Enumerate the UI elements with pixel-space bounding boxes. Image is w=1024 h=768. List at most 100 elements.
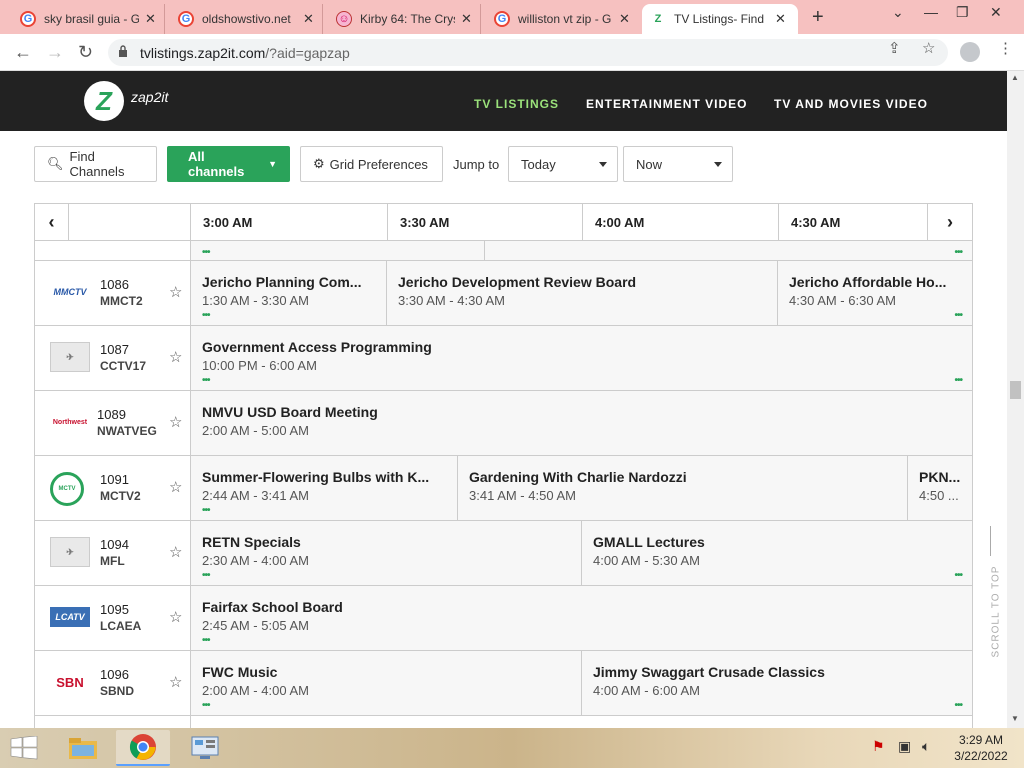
browser-tab[interactable]: G williston vt zip - G ✕ <box>486 4 638 34</box>
close-icon[interactable]: ✕ <box>145 11 156 27</box>
forward-icon[interactable]: → <box>46 42 64 63</box>
google-icon: G <box>178 11 194 27</box>
windows-start-icon[interactable] <box>10 736 38 760</box>
profile-icon[interactable] <box>960 42 980 62</box>
timeslot: 3:30 AM <box>387 204 582 240</box>
network-icon[interactable]: ▣ <box>898 738 911 755</box>
close-icon[interactable]: ✕ <box>619 11 630 27</box>
scroll-to-top-button[interactable]: SCROLL TO TOP <box>980 526 1001 666</box>
all-channels-dropdown[interactable]: All channels ▼ <box>167 146 290 182</box>
new-tab-icon[interactable]: + <box>812 6 824 29</box>
zap2it-logo-icon[interactable]: Z <box>84 81 124 121</box>
channel-logo: SBN <box>56 674 84 690</box>
share-icon[interactable]: ⇪ <box>888 39 901 57</box>
timeline-header: ‹ 3:00 AM 3:30 AM 4:00 AM 4:30 AM › <box>34 203 973 241</box>
program-cell[interactable]: Fairfax School Board 2:45 AM - 5:05 AM •… <box>191 586 972 650</box>
program-cell[interactable]: Jericho Planning Com... 1:30 AM - 3:30 A… <box>191 261 387 325</box>
program-cell[interactable]: Government Access Programming 10:00 PM -… <box>191 326 972 390</box>
control-panel-icon[interactable] <box>178 730 232 766</box>
program-cell[interactable]: Gardening With Charlie Nardozzi 3:41 AM … <box>458 456 908 520</box>
program-cell[interactable]: RETN Specials 2:30 AM - 4:00 AM ••• <box>191 521 582 585</box>
program-cell[interactable]: Jericho Affordable Ho... 4:30 AM - 6:30 … <box>778 261 972 325</box>
channel-cell[interactable]: LCATV 1095 LCAEA ☆ <box>35 586 191 650</box>
star-icon[interactable]: ☆ <box>922 39 935 57</box>
browser-tab[interactable]: G oldshowstivo.net ✕ <box>170 4 323 34</box>
program-cell[interactable]: FWC Music 2:00 AM - 4:00 AM ••• <box>191 651 582 715</box>
tab-title: williston vt zip - G <box>518 12 612 26</box>
channel-cell[interactable]: Northwest 1089 NWATVEG ☆ <box>35 391 191 455</box>
restore-icon[interactable]: ❐ <box>956 4 969 21</box>
time-select[interactable]: Now <box>623 146 733 182</box>
program-cell[interactable]: GMALL Lectures 4:00 AM - 5:30 AM ••• <box>582 521 972 585</box>
close-icon[interactable]: ✕ <box>775 11 786 27</box>
favorite-star-icon[interactable]: ☆ <box>169 348 182 366</box>
flag-alert-icon[interactable]: ⚑ <box>872 738 885 755</box>
channel-number: 1086 <box>100 277 129 292</box>
channel-call-sign: MFL <box>100 554 125 568</box>
scroll-down-icon[interactable]: ▼ <box>1011 714 1019 723</box>
table-row: SBN 1096 SBND ☆ FWC Music 2:00 AM - 4:00… <box>34 651 973 716</box>
previous-time-button[interactable]: ‹ <box>35 204 69 240</box>
channel-cell[interactable]: MMCTV 1086 MMCT2 ☆ <box>35 261 191 325</box>
nav-entertainment-video[interactable]: ENTERTAINMENT VIDEO <box>586 97 747 111</box>
close-window-icon[interactable]: ✕ <box>990 4 1002 21</box>
favorite-star-icon[interactable]: ☆ <box>169 673 182 691</box>
nav-tv-movies-video[interactable]: TV AND MOVIES VIDEO <box>774 97 928 111</box>
favorite-star-icon[interactable]: ☆ <box>169 413 182 431</box>
scrollbar-thumb[interactable] <box>1010 381 1021 399</box>
reload-icon[interactable]: ↻ <box>78 42 93 63</box>
tab-title: oldshowstivo.net <box>202 12 291 26</box>
close-icon[interactable]: ✕ <box>461 11 472 27</box>
minimize-icon[interactable]: — <box>924 4 938 20</box>
channel-cell[interactable]: SBN 1096 SBND ☆ <box>35 651 191 715</box>
day-select[interactable]: Today <box>508 146 618 182</box>
browser-tab-active[interactable]: Z TV Listings- Find ✕ <box>642 4 798 34</box>
favorite-star-icon[interactable]: ☆ <box>169 608 182 626</box>
favorite-star-icon[interactable]: ☆ <box>169 478 182 496</box>
browser-tab[interactable]: G sky brasil guia - G ✕ <box>12 4 165 34</box>
channel-logo: MCTV <box>50 472 84 506</box>
channel-number: 1094 <box>100 537 129 552</box>
channel-call-sign: LCAEA <box>100 619 142 633</box>
zap2it-icon: Z <box>650 11 666 27</box>
system-clock[interactable]: 3:29 AM 3/22/2022 <box>948 732 1014 764</box>
table-row: ✈ 1094 MFL ☆ RETN Specials 2:30 AM - 4:0… <box>34 521 973 586</box>
channel-cell[interactable]: MCTV 1091 MCTV2 ☆ <box>35 456 191 520</box>
grid-preferences-button[interactable]: ⚙ Grid Preferences <box>300 146 443 182</box>
program-cell[interactable]: PKN... 4:50 ... <box>908 456 972 520</box>
chrome-icon[interactable] <box>116 730 170 766</box>
favorite-star-icon[interactable]: ☆ <box>169 283 182 301</box>
program-cell[interactable]: NMVU USD Board Meeting 2:00 AM - 5:00 AM <box>191 391 972 455</box>
address-bar-row: ← → ↻ tvlistings.zap2it.com/?aid=gapzap … <box>0 34 1024 71</box>
table-row: MCTV 1091 MCTV2 ☆ Summer-Flowering Bulbs… <box>34 456 973 521</box>
close-icon[interactable]: ✕ <box>303 11 314 27</box>
site-header: Z zap2it TV LISTINGS ENTERTAINMENT VIDEO… <box>0 71 1007 131</box>
scroll-up-icon[interactable]: ▲ <box>1011 73 1019 82</box>
channel-logo: ✈ <box>50 342 90 372</box>
logo-text: zap2it <box>131 89 169 105</box>
kirby-icon: ☺ <box>336 11 352 27</box>
volume-muted-icon[interactable]: 🔈︎ <box>922 738 930 755</box>
channel-cell[interactable]: ✈ 1094 MFL ☆ <box>35 521 191 585</box>
back-icon[interactable]: ← <box>14 42 32 63</box>
next-time-button[interactable]: › <box>927 204 972 240</box>
channel-number: 1091 <box>100 472 129 487</box>
url-input[interactable]: tvlistings.zap2it.com/?aid=gapzap <box>108 39 948 66</box>
favorite-star-icon[interactable]: ☆ <box>169 543 182 561</box>
chevron-down-icon[interactable]: ⌄ <box>892 4 904 21</box>
program-cell[interactable]: Jimmy Swaggart Crusade Classics 4:00 AM … <box>582 651 972 715</box>
browser-tab-strip: G sky brasil guia - G ✕ G oldshowstivo.n… <box>0 0 1024 34</box>
program-cell[interactable]: Jericho Development Review Board 3:30 AM… <box>387 261 778 325</box>
file-explorer-icon[interactable] <box>56 730 110 766</box>
find-channels-button[interactable]: 🔍︎ Find Channels <box>34 146 157 182</box>
browser-tab[interactable]: ☺ Kirby 64: The Crys ✕ <box>328 4 481 34</box>
channel-logo: Northwest <box>52 418 88 426</box>
program-cell[interactable]: Summer-Flowering Bulbs with K... 2:44 AM… <box>191 456 458 520</box>
page-scrollbar[interactable]: ▲ ▼ <box>1007 71 1024 728</box>
google-icon: G <box>494 11 510 27</box>
page-content: 🔍︎ Find Channels All channels ▼ ⚙ Grid P… <box>0 131 1007 728</box>
channel-cell[interactable]: ✈ 1087 CCTV17 ☆ <box>35 326 191 390</box>
menu-icon[interactable]: ⋮ <box>998 39 1013 57</box>
nav-tv-listings[interactable]: TV LISTINGS <box>474 97 559 111</box>
channel-logo: ✈ <box>50 537 90 567</box>
